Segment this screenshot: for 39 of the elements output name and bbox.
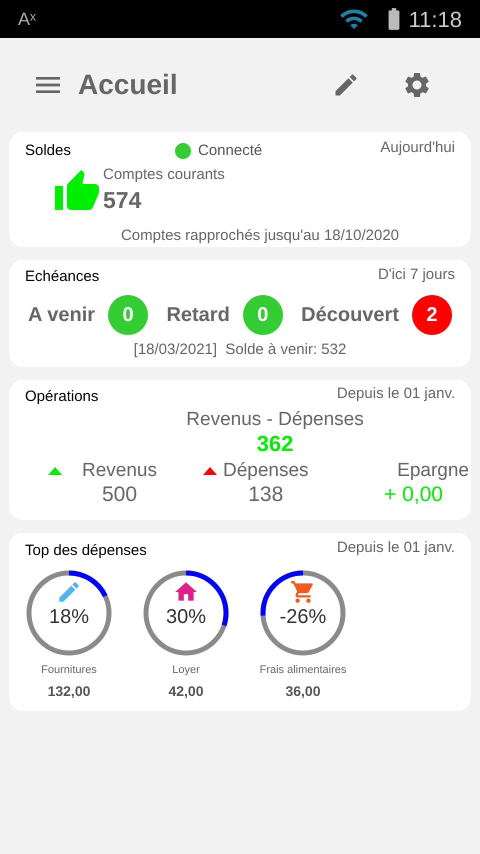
flow-value: 138 (248, 482, 284, 506)
count-badge: 0 (108, 294, 148, 334)
net-value: 362 (256, 430, 294, 456)
flow-value: 500 (102, 482, 138, 506)
period-label: Aujourd'hui (380, 138, 455, 158)
clock-time: 11:18 (408, 6, 462, 34)
account-label: Comptes courants (103, 164, 225, 184)
category-label: Loyer (172, 662, 200, 678)
upcoming-balance: [18/03/2021] Solde à venir: 532 (134, 340, 346, 360)
category-amount: 42,00 (168, 682, 204, 701)
percent-value: 30% (166, 604, 206, 628)
balance-amount: 574 (103, 186, 142, 214)
card-title: Soldes (25, 141, 72, 161)
count-badge: 2 (412, 294, 452, 334)
flow-label: Dépenses (223, 458, 309, 482)
due-label: Retard (166, 302, 230, 328)
percent-value: -26% (280, 604, 326, 628)
savings-label: Epargne (397, 458, 469, 482)
card-title: Echéances (25, 267, 100, 287)
period-label: Depuis le 01 janv. (336, 384, 455, 404)
net-label: Revenus - Dépenses (186, 408, 364, 430)
flow-label: Revenus (82, 458, 157, 482)
period-label: Depuis le 01 janv. (336, 538, 455, 558)
due-label: A venir (28, 302, 96, 328)
period-label: D'ici 7 jours (378, 265, 455, 285)
card-title: Opérations (25, 387, 98, 407)
category-label: Fournitures (41, 662, 97, 678)
category-amount: 132,00 (48, 682, 90, 701)
savings-value: + 0,00 (384, 482, 443, 506)
category-amount: 36,00 (285, 682, 321, 701)
connection-status: Connecté (198, 141, 262, 161)
card-title: Top des dépenses (25, 541, 147, 561)
page-title: Accueil (78, 68, 178, 102)
category-label: Frais alimentaires (260, 662, 346, 678)
count-badge: 0 (242, 294, 283, 334)
reconciliation-note: Comptes rapprochés jusqu'au 18/10/2020 (120, 226, 400, 246)
notification-text: Aˣ (18, 8, 36, 30)
due-label: Découvert (301, 302, 399, 328)
percent-value: 18% (48, 604, 90, 628)
